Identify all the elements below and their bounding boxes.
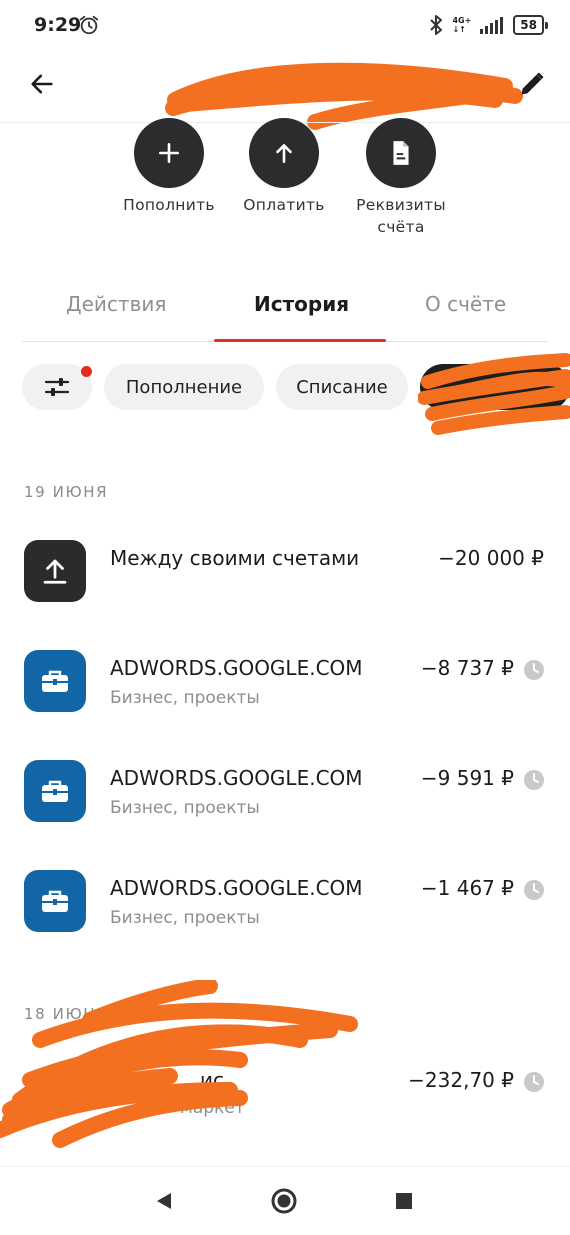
transaction-title: Между своими счетами (110, 546, 360, 570)
pending-clock-icon (524, 660, 544, 680)
briefcase-icon (42, 780, 68, 802)
transaction-title: ADWORDS.GOOGLE.COM (110, 766, 363, 790)
quick-actions: Пополнить Оплатить Реквизиты счёта (0, 118, 570, 248)
transaction-amount: −232,70 ₽ (408, 1068, 514, 1092)
filter-settings-chip[interactable] (22, 364, 92, 410)
circle-home-icon (271, 1188, 297, 1214)
square-recents-icon (396, 1193, 412, 1209)
nav-recents-button[interactable] (388, 1185, 420, 1217)
transaction-row[interactable]: ADWORDS.GOOGLE.COM Бизнес, проекты −9 59… (0, 760, 570, 840)
filter-sliders-icon (44, 378, 70, 396)
redaction-scribble (0, 980, 358, 1148)
transaction-amount: −20 000 ₽ (438, 546, 544, 570)
bluetooth-icon (430, 15, 443, 35)
plus-icon (159, 143, 179, 163)
system-nav-bar (0, 1166, 570, 1235)
arrow-left-icon (31, 74, 53, 94)
pending-clock-icon (524, 770, 544, 790)
signal-icon (480, 17, 504, 34)
section-date: 19 ИЮНЯ (24, 483, 109, 501)
pending-clock-icon (524, 1072, 544, 1092)
category-tile (24, 760, 86, 822)
transaction-title: ADWORDS.GOOGLE.COM (110, 876, 363, 900)
chip-debit[interactable]: Списание (276, 364, 408, 410)
category-tile (24, 650, 86, 712)
transaction-row[interactable]: ADWORDS.GOOGLE.COM Бизнес, проекты −8 73… (0, 650, 570, 730)
category-tile (24, 870, 86, 932)
back-button[interactable] (24, 66, 60, 102)
status-bar: 9:29 4G+ ↓↑ 58 (0, 0, 570, 52)
topup-button[interactable] (134, 118, 204, 188)
transaction-category: Бизнес, проекты (110, 798, 260, 818)
document-icon (393, 141, 409, 165)
transaction-row[interactable]: Между своими счетами −20 000 ₽ (0, 540, 570, 620)
battery-indicator: 58 (513, 15, 548, 35)
nav-home-button[interactable] (268, 1185, 300, 1217)
status-icons: 4G+ ↓↑ 58 (428, 14, 548, 36)
tab-bar: Действия История О счёте (22, 280, 548, 342)
transaction-title: ADWORDS.GOOGLE.COM (110, 656, 363, 680)
transaction-amount: −9 591 ₽ (420, 766, 514, 790)
briefcase-icon (42, 670, 68, 692)
transaction-amount: −8 737 ₽ (420, 656, 514, 680)
transaction-amount: −1 467 ₽ (420, 876, 514, 900)
pencil-icon (521, 72, 544, 95)
nav-back-button[interactable] (148, 1185, 180, 1217)
redaction-scribble (418, 353, 570, 435)
filter-active-dot (81, 366, 92, 377)
edit-button[interactable] (512, 64, 552, 104)
active-tab-indicator (214, 339, 386, 342)
transfer-tile (24, 540, 86, 602)
pending-clock-icon (524, 880, 544, 900)
arrow-up-icon (276, 144, 292, 163)
tab-about-account[interactable]: О счёте (425, 292, 506, 316)
tab-actions[interactable]: Действия (66, 292, 166, 316)
requisites-label: Реквизиты счёта (356, 196, 446, 236)
pay-button[interactable] (249, 118, 319, 188)
app-bar: жупи (0, 52, 570, 130)
transaction-category: Бизнес, проекты (110, 908, 260, 928)
briefcase-icon (42, 890, 68, 912)
alarm-icon (79, 15, 99, 35)
upload-icon (43, 559, 67, 584)
requisites-action[interactable]: Реквизиты счёта (331, 118, 471, 238)
transaction-row[interactable]: ADWORDS.GOOGLE.COM Бизнес, проекты −1 46… (0, 870, 570, 950)
triangle-back-icon (157, 1193, 171, 1209)
chip-topup[interactable]: Пополнение (104, 364, 264, 410)
transaction-category: Бизнес, проекты (110, 688, 260, 708)
requisites-button[interactable] (366, 118, 436, 188)
tab-history[interactable]: История (254, 292, 349, 316)
network-indicator: 4G+ ↓↑ (452, 16, 472, 34)
status-time: 9:29 (34, 14, 82, 36)
